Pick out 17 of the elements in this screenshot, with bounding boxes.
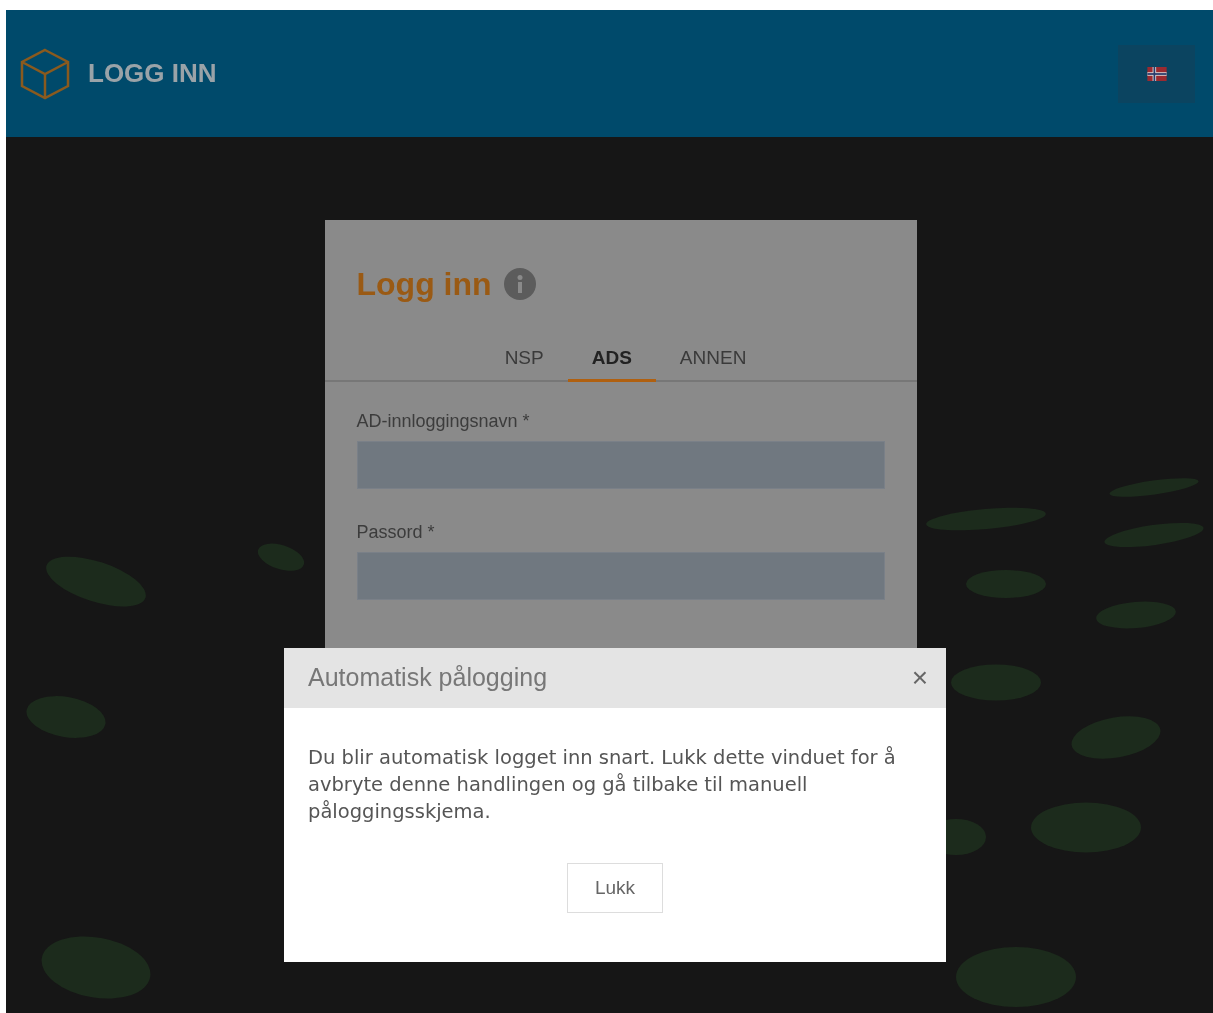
- cube-icon: [18, 46, 72, 101]
- page-title: LOGG INN: [88, 57, 217, 90]
- info-icon: [503, 268, 536, 300]
- language-button[interactable]: [1118, 44, 1195, 103]
- dialog-message: Du blir automatisk logget inn snart. Lukk dette vinduet for å avbryte denne handlingen og gå tilbake til manuell påloggingsskjema.: [307, 745, 897, 825]
- field-label: Passord *: [356, 521, 436, 544]
- login-title: Logg inn: [356, 265, 492, 304]
- close-dialog-button[interactable]: Lukk: [567, 863, 663, 913]
- login-tab[interactable]: NSP: [480, 338, 568, 382]
- flag-icon: [1145, 66, 1168, 81]
- input-field[interactable]: [356, 441, 885, 489]
- login-tab[interactable]: ADS: [567, 338, 656, 382]
- login-tab[interactable]: ANNEN: [655, 338, 771, 382]
- field-label: AD-innloggingsnavn *: [356, 410, 531, 433]
- dialog-title: Automatisk pålogging: [308, 662, 548, 694]
- close-button[interactable]: ×: [911, 664, 928, 692]
- input-field[interactable]: [356, 552, 885, 600]
